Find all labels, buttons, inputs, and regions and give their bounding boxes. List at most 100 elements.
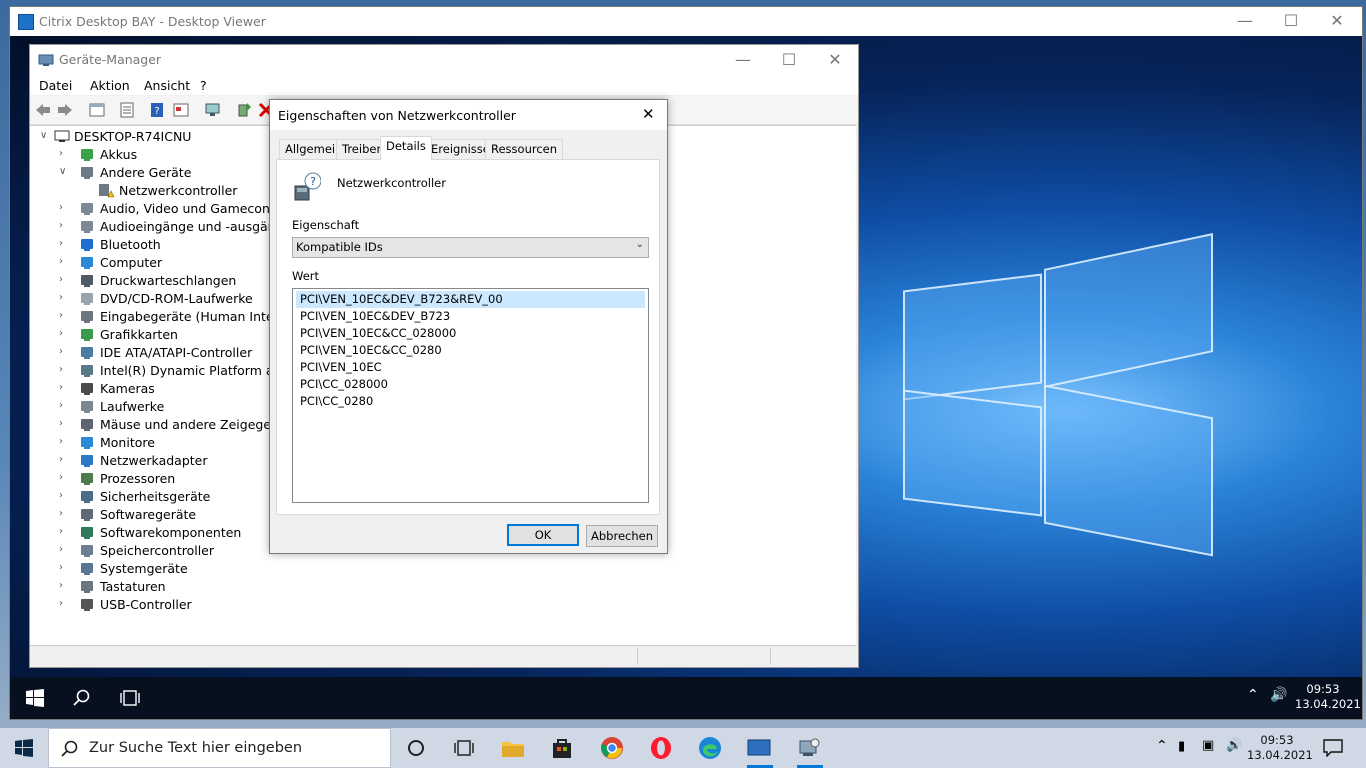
notification-icon[interactable] [1323, 739, 1343, 757]
chevron-right-icon[interactable]: › [59, 562, 69, 573]
scan-hardware-icon[interactable] [204, 101, 222, 119]
chevron-right-icon[interactable]: › [59, 328, 69, 339]
list-item[interactable]: PCI\VEN_10EC&CC_0280 [296, 342, 645, 359]
property-dropdown-value: Kompatible IDs [296, 240, 383, 254]
forward-arrow-icon[interactable] [56, 101, 74, 119]
dialog-close-button[interactable]: ✕ [642, 105, 655, 123]
minimize-button[interactable]: — [720, 46, 766, 75]
speaker-icon[interactable]: 🔊 [1226, 738, 1242, 753]
chevron-right-icon[interactable]: › [59, 310, 69, 321]
chevron-right-icon[interactable]: › [59, 148, 69, 159]
chevron-right-icon[interactable]: › [59, 580, 69, 591]
cancel-button[interactable]: Abbrechen [586, 525, 658, 547]
edge-icon[interactable] [698, 736, 722, 760]
cortana-icon[interactable] [404, 736, 428, 760]
chevron-right-icon[interactable]: › [59, 544, 69, 555]
chevron-right-icon[interactable]: › [59, 526, 69, 537]
menu-bar: Datei Aktion Ansicht ? [30, 75, 858, 95]
help-icon[interactable]: ? [148, 101, 166, 119]
chevron-right-icon[interactable]: › [59, 292, 69, 303]
dialog-title-bar[interactable]: Eigenschaften von Netzwerkcontroller ✕ [270, 100, 667, 130]
chevron-right-icon[interactable]: › [59, 598, 69, 609]
host-clock[interactable]: 09:53 13.04.2021 [1247, 733, 1313, 763]
task-view-icon[interactable] [120, 690, 140, 706]
chevron-down-icon[interactable]: ∨ [40, 130, 50, 141]
chevron-right-icon[interactable]: › [59, 220, 69, 231]
chrome-icon[interactable] [600, 736, 624, 760]
citrix-title-bar[interactable]: Citrix Desktop BAY - Desktop Viewer — ☐ … [10, 7, 1362, 36]
chevron-up-icon[interactable]: ⌃ [1247, 687, 1259, 703]
list-item[interactable]: PCI\VEN_10EC&DEV_B723&REV_00 [296, 291, 645, 308]
menu-help[interactable]: ? [200, 78, 207, 93]
store-icon[interactable] [550, 736, 574, 760]
remote-clock[interactable]: 09:53 13.04.2021 [1295, 682, 1361, 712]
value-label: Wert [292, 269, 320, 283]
chevron-right-icon[interactable]: › [59, 418, 69, 429]
network-icon[interactable]: ▣ [1202, 738, 1214, 753]
remote-taskbar: ⌃ 🔊 09:53 13.04.2021 [10, 677, 1362, 719]
tree-item[interactable]: › Systemgeräte [59, 560, 856, 578]
chevron-down-icon[interactable]: ∨ [59, 166, 69, 177]
storage-icon [79, 543, 95, 558]
maximize-button[interactable]: ☐ [1268, 7, 1314, 36]
chevron-right-icon[interactable]: › [59, 274, 69, 285]
minimize-button[interactable]: — [1222, 7, 1268, 36]
close-button[interactable]: ✕ [812, 46, 858, 75]
ok-button[interactable]: OK [507, 524, 579, 546]
update-driver-icon[interactable] [235, 101, 253, 119]
value-list[interactable]: PCI\VEN_10EC&DEV_B723&REV_00 PCI\VEN_10EC… [292, 288, 649, 503]
chevron-right-icon[interactable]: › [59, 472, 69, 483]
list-item[interactable]: PCI\VEN_10EC&CC_028000 [296, 325, 645, 342]
tree-item[interactable]: › USB-Controller [59, 596, 856, 614]
close-button[interactable]: ✕ [1314, 7, 1360, 36]
chevron-right-icon[interactable]: › [59, 400, 69, 411]
svg-text:?: ? [154, 106, 159, 117]
chevron-right-icon[interactable]: › [59, 436, 69, 447]
windows-start-icon[interactable] [15, 739, 33, 757]
opera-icon[interactable] [649, 736, 673, 760]
battery-icon [79, 147, 95, 162]
chevron-right-icon[interactable]: › [59, 364, 69, 375]
tab-details[interactable]: Details [380, 136, 432, 160]
chevron-right-icon[interactable]: › [59, 382, 69, 393]
maximize-button[interactable]: ☐ [766, 46, 812, 75]
speaker-icon[interactable]: 🔊 [1270, 687, 1287, 703]
chevron-right-icon[interactable]: › [59, 346, 69, 357]
battery-icon[interactable]: ▮ [1178, 739, 1185, 754]
chevron-right-icon[interactable]: › [59, 508, 69, 519]
menu-ansicht[interactable]: Ansicht [144, 78, 190, 93]
properties-icon[interactable] [88, 101, 106, 119]
file-explorer-icon[interactable] [501, 736, 525, 760]
citrix-viewer-icon[interactable] [747, 736, 771, 760]
tab-ressourcen[interactable]: Ressourcen [485, 139, 564, 159]
device-manager-title-bar[interactable]: Geräte-Manager — ☐ ✕ [30, 45, 858, 75]
task-view-icon[interactable] [452, 736, 476, 760]
menu-aktion[interactable]: Aktion [90, 78, 130, 93]
menu-datei[interactable]: Datei [39, 78, 72, 93]
windows-start-icon[interactable] [26, 689, 44, 707]
tree-item[interactable]: › Tastaturen [59, 578, 856, 596]
list-item[interactable]: PCI\VEN_10EC [296, 359, 645, 376]
property-dropdown[interactable]: Kompatible IDs ⌄ [292, 237, 649, 258]
chevron-up-icon[interactable]: ⌃ [1156, 738, 1168, 754]
list-item[interactable]: PCI\CC_0280 [296, 393, 645, 410]
list-item-text: PCI\VEN_10EC [300, 360, 382, 374]
chevron-right-icon[interactable]: › [59, 490, 69, 501]
view-icon[interactable] [172, 101, 190, 119]
list-item[interactable]: PCI\VEN_10EC&DEV_B723 [296, 308, 645, 325]
back-arrow-icon[interactable] [34, 101, 52, 119]
tree-item-label: Speichercontroller [100, 543, 215, 558]
search-icon[interactable] [73, 689, 91, 707]
chevron-right-icon[interactable]: › [59, 256, 69, 267]
chevron-right-icon[interactable]: › [59, 202, 69, 213]
chevron-right-icon[interactable]: › [59, 238, 69, 249]
list-view-icon[interactable] [118, 101, 136, 119]
list-item[interactable]: PCI\CC_028000 [296, 376, 645, 393]
tree-item-label: Prozessoren [100, 471, 176, 486]
chevron-right-icon[interactable]: › [59, 454, 69, 465]
list-item-text: PCI\CC_028000 [300, 377, 388, 391]
remote-desktop[interactable]: Geräte-Manager — ☐ ✕ Datei Aktion Ansich… [10, 36, 1362, 719]
remote-date: 13.04.2021 [1295, 697, 1361, 711]
device-manager-icon[interactable] [797, 736, 821, 760]
search-box[interactable]: Zur Suche Text hier eingeben [48, 728, 391, 768]
